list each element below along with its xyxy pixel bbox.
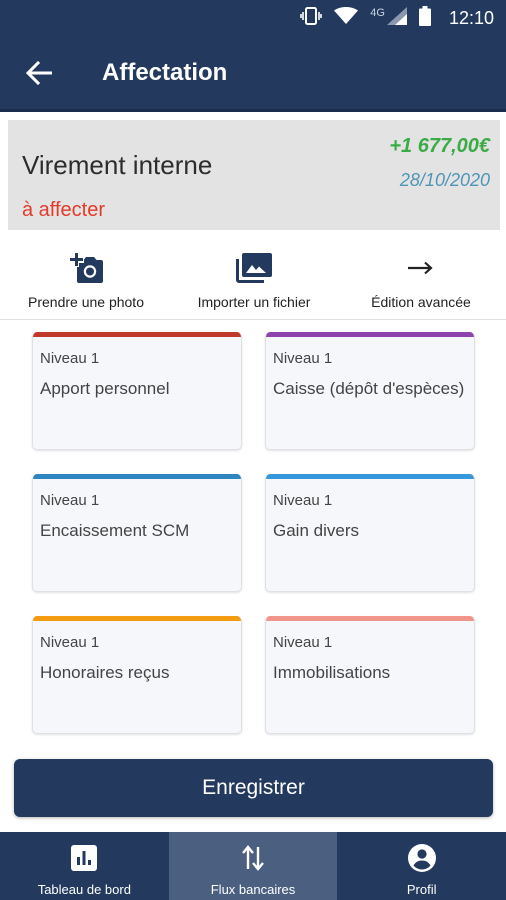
page-title: Affectation <box>102 58 228 86</box>
category-name: Honoraires reçus <box>40 663 170 682</box>
import-file-button[interactable]: Importer un fichier <box>190 250 318 310</box>
category-name: Immobilisations <box>273 663 391 682</box>
actions-row: Prendre une photo Importer un fichier Éd… <box>0 230 506 320</box>
status-icons: 4G 12:10 <box>300 5 494 31</box>
clock: 12:10 <box>448 7 494 28</box>
transfer-arrows-icon <box>242 842 264 874</box>
category-name: Gain divers <box>273 521 359 540</box>
category-color-bar <box>33 474 241 479</box>
category-card[interactable]: Niveau 1 Immobilisations <box>265 616 475 734</box>
vibrate-icon <box>300 6 323 31</box>
import-file-label: Importer un fichier <box>197 294 311 310</box>
take-photo-button[interactable]: Prendre une photo <box>22 250 150 310</box>
transaction-title: Virement interne <box>22 150 213 180</box>
back-button[interactable] <box>22 56 56 90</box>
category-level: Niveau 1 <box>40 492 100 509</box>
nav-item-profile[interactable]: Profil <box>337 832 506 900</box>
transaction-date: 28/10/2020 <box>399 170 490 190</box>
advanced-edit-label: Édition avancée <box>371 294 471 310</box>
category-level: Niveau 1 <box>40 634 100 651</box>
category-color-bar <box>33 616 241 621</box>
nav-label-dashboard: Tableau de bord <box>37 882 131 897</box>
category-level: Niveau 1 <box>273 350 333 367</box>
category-card[interactable]: Niveau 1 Apport personnel <box>32 332 242 450</box>
category-card[interactable]: Niveau 1 Caisse (dépôt d'espèces) <box>265 332 475 450</box>
add-a-photo-icon <box>68 250 104 286</box>
category-color-bar <box>33 332 241 337</box>
signal-icon <box>386 6 407 30</box>
category-level: Niveau 1 <box>40 350 100 367</box>
transaction-summary: Virement interne à affecter +1 677,00€ 2… <box>8 120 500 230</box>
advanced-edit-button[interactable]: Édition avancée <box>365 250 477 310</box>
category-name: Apport personnel <box>40 379 170 398</box>
bottom-nav: Tableau de bord Flux bancaires Profil <box>0 832 506 900</box>
save-button[interactable]: Enregistrer <box>14 759 493 817</box>
transaction-amount: +1 677,00€ <box>389 135 490 157</box>
app-bar: Affectation <box>0 36 506 112</box>
category-card[interactable]: Niveau 1 Gain divers <box>265 474 475 592</box>
arrow-forward-icon <box>408 250 434 286</box>
arrow-back-icon <box>26 60 52 85</box>
nav-item-dashboard[interactable]: Tableau de bord <box>0 832 169 900</box>
bar-chart-icon <box>71 842 98 874</box>
battery-icon <box>418 5 431 31</box>
category-card[interactable]: Niveau 1 Honoraires reçus <box>32 616 242 734</box>
category-level: Niveau 1 <box>273 492 333 509</box>
nav-label-bank-flows: Flux bancaires <box>210 882 296 897</box>
category-name: Encaissement SCM <box>40 521 190 540</box>
category-color-bar <box>266 474 474 479</box>
account-circle-icon <box>407 842 437 874</box>
status-bar: 4G 12:10 <box>0 0 506 36</box>
photo-library-icon <box>236 250 272 286</box>
network-type: 4G <box>370 7 385 19</box>
transaction-status: à affecter <box>22 199 106 221</box>
category-color-bar <box>266 616 474 621</box>
take-photo-label: Prendre une photo <box>28 294 144 310</box>
category-name: Caisse (dépôt d'espèces) <box>273 379 465 398</box>
wifi-icon <box>334 6 359 30</box>
category-color-bar <box>266 332 474 337</box>
nav-label-profile: Profil <box>406 882 437 897</box>
nav-item-bank-flows[interactable]: Flux bancaires <box>168 832 338 900</box>
screen: 4G 12:10 Affectation Virement interne à … <box>0 0 506 900</box>
category-level: Niveau 1 <box>273 634 333 651</box>
category-card[interactable]: Niveau 1 Encaissement SCM <box>32 474 242 592</box>
